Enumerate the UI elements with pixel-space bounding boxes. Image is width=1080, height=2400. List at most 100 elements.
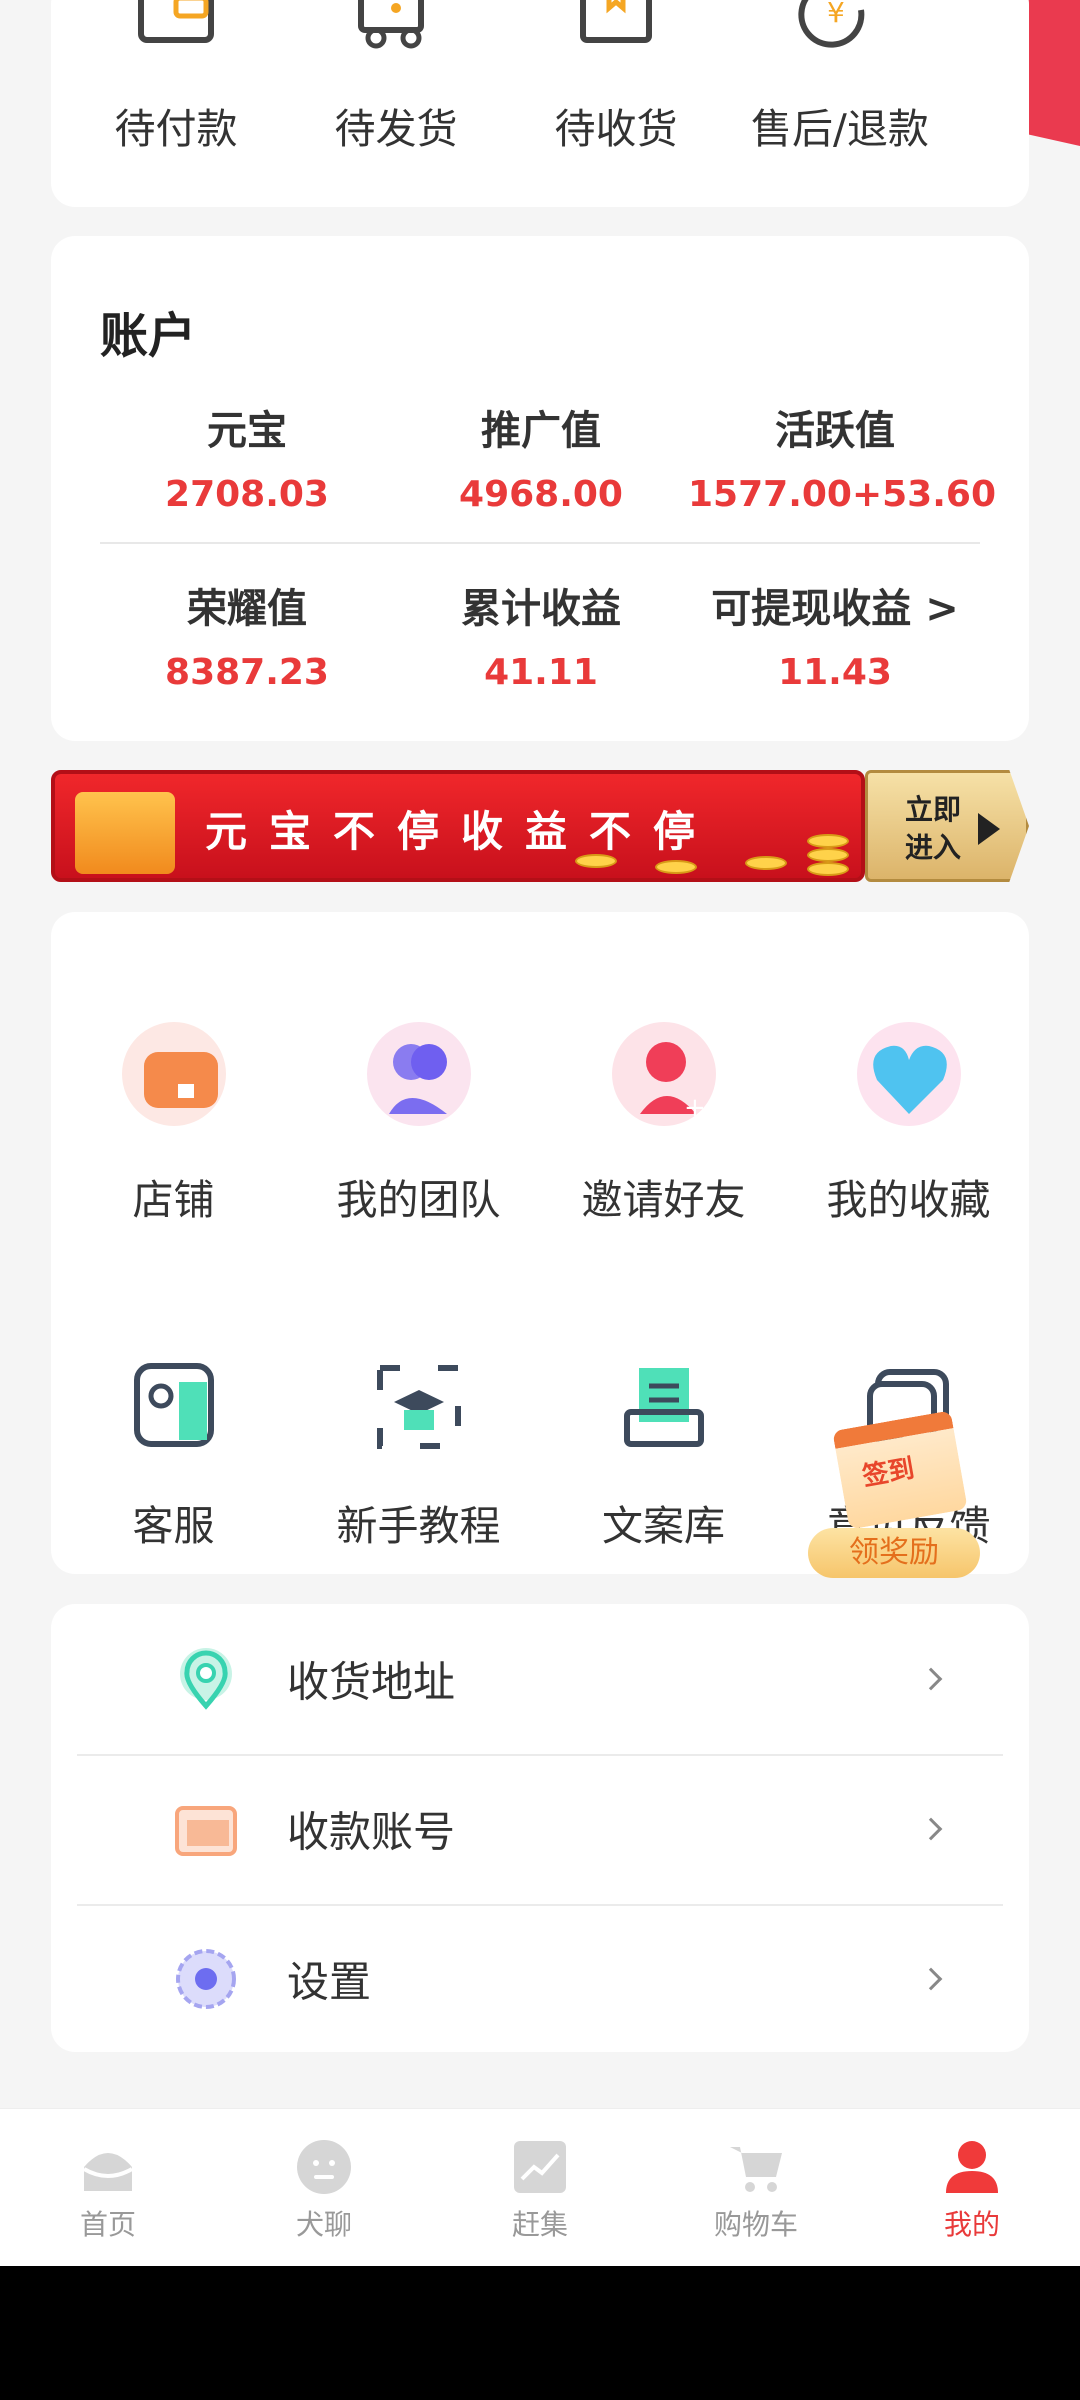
order-pending-receipt[interactable]: 待收货 [531, 0, 701, 155]
chevron-right-icon [919, 1667, 943, 1691]
yuan-refund-icon: ¥ [791, 0, 881, 70]
promo-banner[interactable]: 元宝不停收益不停 立即进入 [51, 770, 1029, 882]
grid-item-store[interactable]: 店铺 [51, 1022, 296, 1226]
list-label: 收货地址 [287, 1657, 456, 1707]
stat-label: 累计收益 [461, 586, 621, 632]
chevron-right-icon [919, 1967, 943, 1991]
tutorial-icon [374, 1362, 464, 1452]
tab-label: 首页 [79, 2208, 136, 2241]
tab-label: 购物车 [713, 2208, 798, 2241]
list-item-settings[interactable]: 设置 [77, 1904, 1003, 2054]
chevron-right-icon [919, 1817, 943, 1841]
grid-item-copywriting[interactable]: 文案库 [541, 1362, 786, 1552]
gift-box-icon [75, 792, 175, 874]
card-icon [173, 1796, 239, 1862]
grid-label: 文案库 [602, 1502, 725, 1550]
grid-label: 我的收藏 [826, 1176, 991, 1224]
signin-reward-float[interactable]: 签到 领奖励 [800, 1400, 990, 1600]
stat-total-earnings[interactable]: 累计收益 41.11 [394, 576, 688, 693]
stat-value: 41.11 [484, 652, 598, 693]
coin-icon [745, 856, 787, 870]
tab-label: 赶集 [511, 2208, 568, 2241]
account-title: 账户 [100, 308, 197, 364]
stat-label: 活跃值 [775, 408, 895, 454]
stat-withdrawable[interactable]: 可提现收益 > 11.43 [688, 576, 982, 693]
coin-icon [807, 862, 849, 876]
stat-value: 2708.03 [165, 474, 329, 515]
order-label: 待收货 [554, 105, 678, 153]
grid-label: 我的团队 [336, 1176, 501, 1224]
list-item-payment-account[interactable]: 收款账号 [77, 1754, 1003, 1904]
gear-icon [173, 1946, 239, 2012]
stat-label: 推广值 [481, 408, 601, 454]
grid-item-invite[interactable]: + 邀请好友 [541, 1022, 786, 1226]
heart-icon [856, 1022, 961, 1126]
tab-mine[interactable]: 我的 [902, 2139, 1042, 2243]
coin-icon [807, 848, 849, 862]
order-pending-payment[interactable]: 待付款 [91, 0, 261, 155]
play-arrow-icon [978, 813, 1000, 845]
chat-face-icon [296, 2139, 352, 2195]
market-chart-icon [512, 2139, 568, 2195]
system-nav-bar [0, 2266, 1080, 2400]
stat-value: 11.43 [778, 652, 892, 693]
order-after-sales[interactable]: ¥ 售后/退款 [751, 0, 929, 155]
stat-value: 4968.00 [459, 474, 623, 515]
grid-label: 新手教程 [336, 1502, 501, 1550]
grid-item-favorites[interactable]: 我的收藏 [786, 1022, 1031, 1226]
coin-icon [655, 860, 697, 874]
grid-label: 邀请好友 [581, 1176, 746, 1224]
account-divider [100, 542, 980, 544]
team-icon [366, 1022, 471, 1126]
tab-label: 我的 [943, 2208, 1000, 2241]
enter-now-button[interactable]: 立即进入 [865, 770, 1029, 882]
tab-chat[interactable]: 犬聊 [254, 2139, 394, 2243]
wallet-icon [131, 0, 221, 70]
claim-reward-button[interactable]: 领奖励 [808, 1528, 980, 1578]
grid-item-team[interactable]: 我的团队 [296, 1022, 541, 1226]
orders-card: 待付款 待发货 待收货 ¥ 售后/退款 [51, 0, 1029, 207]
stat-activity[interactable]: 活跃值 1577.00+53.60 [688, 398, 996, 515]
stat-value: 8387.23 [165, 652, 329, 693]
list-item-shipping-address[interactable]: 收货地址 [77, 1604, 1003, 1754]
stat-honor[interactable]: 荣耀值 8387.23 [100, 576, 394, 693]
coin-icon [575, 854, 617, 868]
banner-slogan: 元宝不停收益不停 [205, 807, 718, 856]
order-label: 售后/退款 [751, 105, 929, 153]
invite-friend-icon: + [611, 1022, 716, 1126]
order-label: 待付款 [114, 105, 238, 153]
account-card: 账户 元宝 2708.03 推广值 4968.00 活跃值 1577.00+53… [51, 236, 1029, 741]
stat-yuanbao[interactable]: 元宝 2708.03 [100, 398, 394, 515]
list-label: 设置 [287, 1957, 372, 2007]
truck-icon [351, 0, 441, 70]
settings-list-card: 收货地址 收款账号 设置 [51, 1604, 1029, 2052]
cart-icon [728, 2139, 784, 2195]
order-pending-shipment[interactable]: 待发货 [311, 0, 481, 155]
coin-icon [807, 834, 849, 848]
stat-label: 元宝 [207, 408, 287, 454]
grid-label: 客服 [132, 1502, 215, 1550]
banner-red-panel: 元宝不停收益不停 [51, 770, 865, 882]
customer-service-icon [129, 1362, 219, 1452]
stat-label: 荣耀值 [187, 586, 307, 632]
tab-cart[interactable]: 购物车 [686, 2139, 826, 2243]
order-label: 待发货 [334, 105, 458, 153]
location-pin-icon [173, 1646, 239, 1712]
enter-now-label: 立即进入 [904, 793, 961, 864]
grid-item-customer-service[interactable]: 客服 [51, 1362, 296, 1552]
stat-label: 可提现收益 > [711, 586, 959, 632]
store-icon [121, 1022, 226, 1126]
tab-label: 犬聊 [295, 2208, 352, 2241]
list-label: 收款账号 [287, 1807, 456, 1857]
stat-promotion[interactable]: 推广值 4968.00 [394, 398, 688, 515]
tab-market[interactable]: 赶集 [470, 2139, 610, 2243]
bottom-tab-bar: 首页 犬聊 赶集 购物车 我的 [0, 2108, 1080, 2266]
grid-item-tutorial[interactable]: 新手教程 [296, 1362, 541, 1552]
profile-icon [944, 2139, 1000, 2195]
svg-text:¥: ¥ [827, 0, 845, 29]
home-icon [80, 2139, 136, 2195]
package-icon [571, 0, 661, 70]
tab-home[interactable]: 首页 [38, 2139, 178, 2243]
corner-ribbon [1028, 0, 1080, 146]
copywriting-icon [619, 1362, 709, 1452]
